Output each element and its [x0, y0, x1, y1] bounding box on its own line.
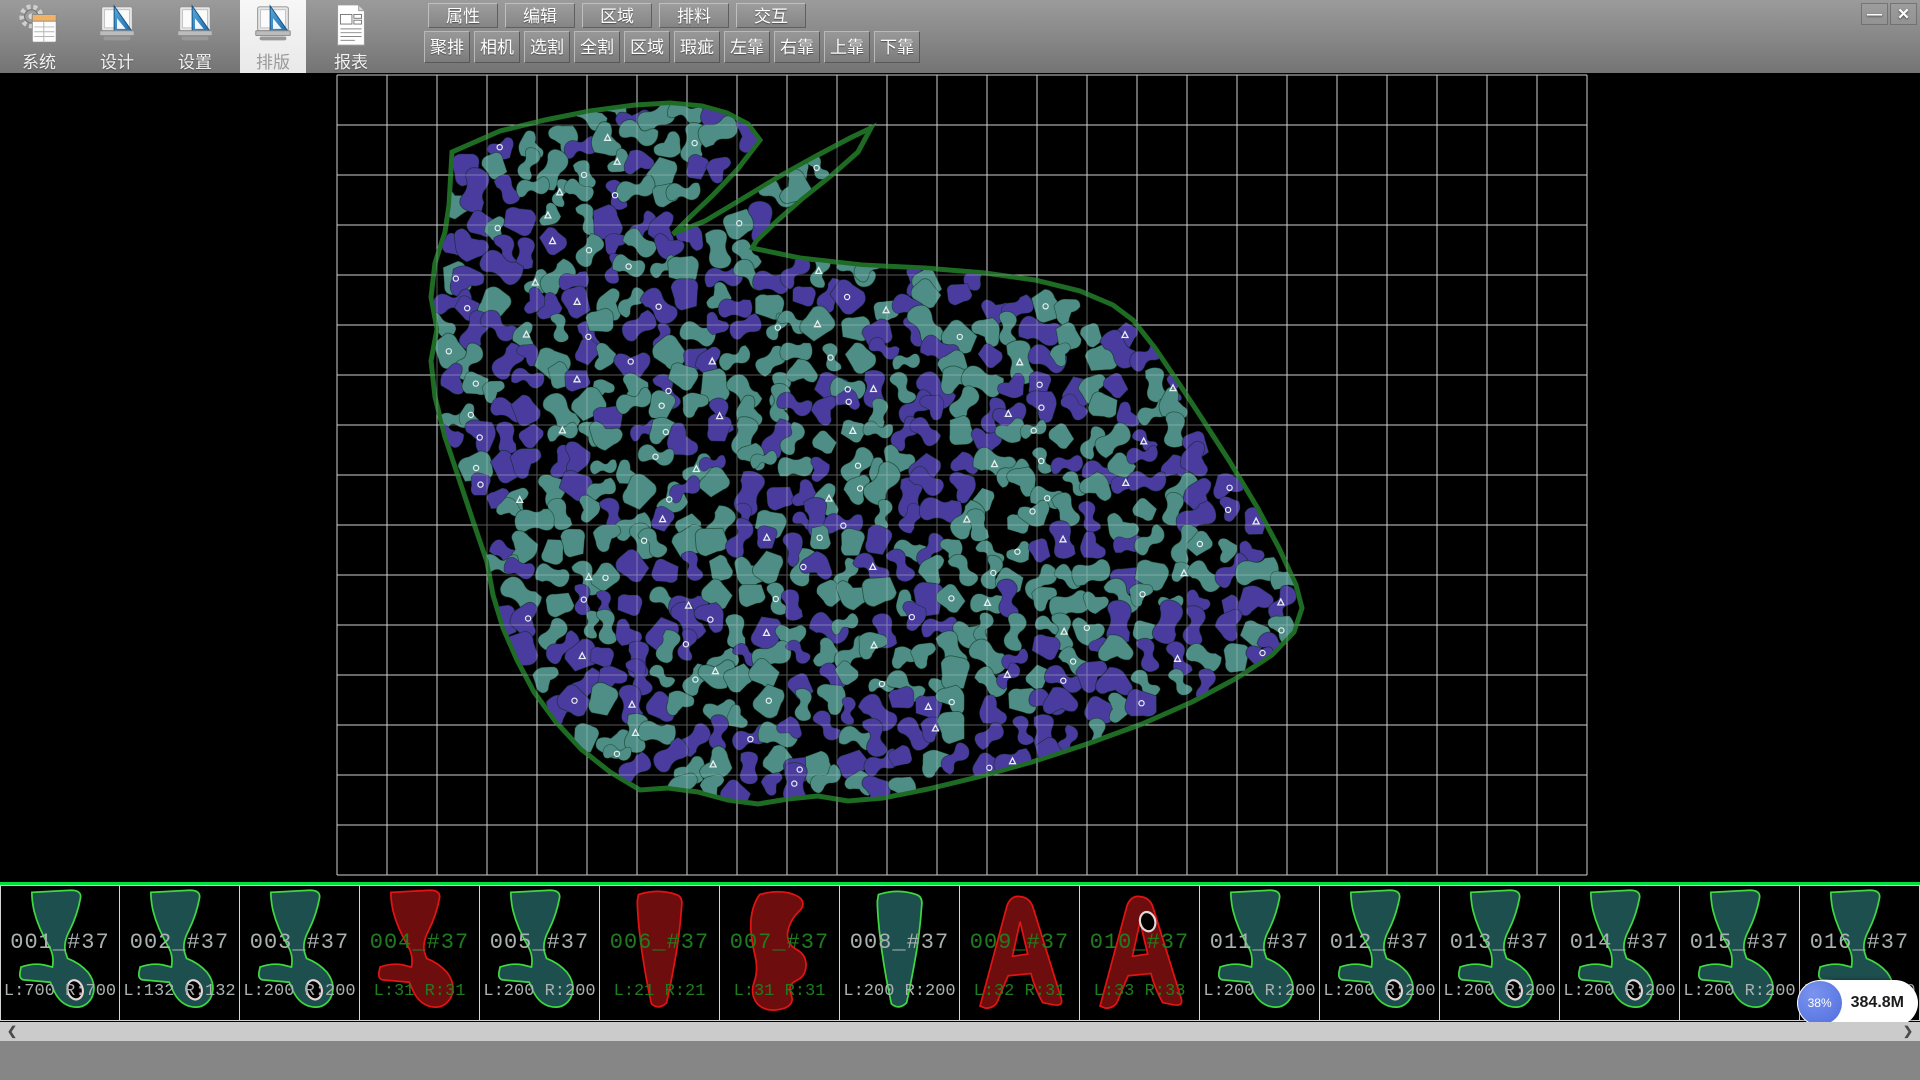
menu-tab-2[interactable]: 区域 [582, 3, 652, 28]
nav-report-button[interactable]: 报表 [318, 0, 384, 73]
piece-thumbnail-005_#37[interactable]: 005_#37L:200 R:200 [480, 885, 600, 1021]
scroll-right-arrow-icon[interactable]: ❯ [1896, 1022, 1920, 1041]
piece-thumbnail-002_#37[interactable]: 002_#37L:132 R:132 [120, 885, 240, 1021]
piece-shape [1682, 887, 1796, 1019]
piece-shape [482, 887, 596, 1019]
menu-tab-1[interactable]: 编辑 [505, 3, 575, 28]
nav-system-button[interactable]: 系统 [6, 0, 72, 73]
tool-button-8[interactable]: 上靠 [824, 31, 870, 63]
piece-thumbnail-012_#37[interactable]: 012_#37L:200 R:200 [1320, 885, 1440, 1021]
piece-shape [1202, 887, 1316, 1019]
report-icon [328, 0, 374, 53]
piece-shape [362, 887, 476, 1019]
piece-shape [1442, 887, 1556, 1019]
horizontal-scrollbar[interactable]: ❮ ❯ [0, 1022, 1920, 1041]
piece-shape [242, 887, 356, 1019]
progress-percent: 38% [1808, 996, 1832, 1010]
status-bar [0, 1041, 1920, 1080]
nav-label: 报表 [334, 53, 368, 73]
piece-thumbnail-010_#37[interactable]: 010_#37L:33 R:33 [1080, 885, 1200, 1021]
piece-thumbnail-strip: 001_#37L:700 R:700002_#37L:132 R:132003_… [0, 885, 1920, 1021]
close-button[interactable]: ✕ [1890, 3, 1917, 25]
nesting-icon [250, 0, 296, 53]
piece-thumbnail-014_#37[interactable]: 014_#37L:200 R:200 [1560, 885, 1680, 1021]
piece-shape [602, 887, 716, 1019]
piece-thumbnail-007_#37[interactable]: 007_#37L:31 R:31 [720, 885, 840, 1021]
status-badge: 38% 384.8M [1797, 980, 1918, 1026]
nesting-canvas[interactable] [0, 73, 1920, 882]
system-icon [16, 0, 62, 53]
piece-thumbnail-013_#37[interactable]: 013_#37L:200 R:200 [1440, 885, 1560, 1021]
minimize-button[interactable]: — [1861, 3, 1888, 25]
tool-button-0[interactable]: 聚排 [424, 31, 470, 63]
tool-button-7[interactable]: 右靠 [774, 31, 820, 63]
nav-design-button[interactable]: 设计 [84, 0, 150, 73]
piece-thumbnail-011_#37[interactable]: 011_#37L:200 R:200 [1200, 885, 1320, 1021]
nav-label: 设计 [100, 53, 134, 73]
nav-nesting-button[interactable]: 排版 [240, 0, 306, 73]
piece-thumbnail-008_#37[interactable]: 008_#37L:200 R:200 [840, 885, 960, 1021]
tool-button-2[interactable]: 选割 [524, 31, 570, 63]
piece-shape [1082, 887, 1196, 1019]
progress-percent-badge: 38% [1798, 981, 1842, 1025]
tool-button-3[interactable]: 全割 [574, 31, 620, 63]
piece-thumbnail-006_#37[interactable]: 006_#37L:21 R:21 [600, 885, 720, 1021]
piece-thumbnail-001_#37[interactable]: 001_#37L:700 R:700 [0, 885, 120, 1021]
settings-icon [172, 0, 218, 53]
tool-button-9[interactable]: 下靠 [874, 31, 920, 63]
piece-shape [962, 887, 1076, 1019]
piece-shape [1322, 887, 1436, 1019]
piece-shape [842, 887, 956, 1019]
piece-shape [722, 887, 836, 1019]
menu-tab-3[interactable]: 排料 [659, 3, 729, 28]
scroll-left-arrow-icon[interactable]: ❮ [0, 1022, 24, 1041]
nav-label: 排版 [256, 53, 290, 73]
design-icon [94, 0, 140, 53]
piece-thumbnail-003_#37[interactable]: 003_#37L:200 R:200 [240, 885, 360, 1021]
tool-button-6[interactable]: 左靠 [724, 31, 770, 63]
nav-label: 系统 [22, 53, 56, 73]
main-toolbar: 系统设计设置排版报表 属性编辑区域排料交互 聚排相机选割全割区域瑕疵左靠右靠上靠… [0, 0, 1920, 74]
nav-settings-button[interactable]: 设置 [162, 0, 228, 73]
piece-thumbnail-004_#37[interactable]: 004_#37L:31 R:31 [360, 885, 480, 1021]
nav-label: 设置 [178, 53, 212, 73]
memory-usage: 384.8M [1842, 994, 1918, 1012]
piece-shape [122, 887, 236, 1019]
piece-thumbnail-015_#37[interactable]: 015_#37L:200 R:200 [1680, 885, 1800, 1021]
piece-shape [3, 887, 117, 1019]
menu-tab-0[interactable]: 属性 [428, 3, 498, 28]
tool-button-4[interactable]: 区域 [624, 31, 670, 63]
canvas-svg [0, 73, 1920, 882]
leather-hide[interactable] [423, 94, 1305, 813]
tool-button-5[interactable]: 瑕疵 [674, 31, 720, 63]
piece-shape [1562, 887, 1676, 1019]
tool-button-1[interactable]: 相机 [474, 31, 520, 63]
piece-thumbnail-009_#37[interactable]: 009_#37L:32 R:31 [960, 885, 1080, 1021]
menu-tab-4[interactable]: 交互 [736, 3, 806, 28]
